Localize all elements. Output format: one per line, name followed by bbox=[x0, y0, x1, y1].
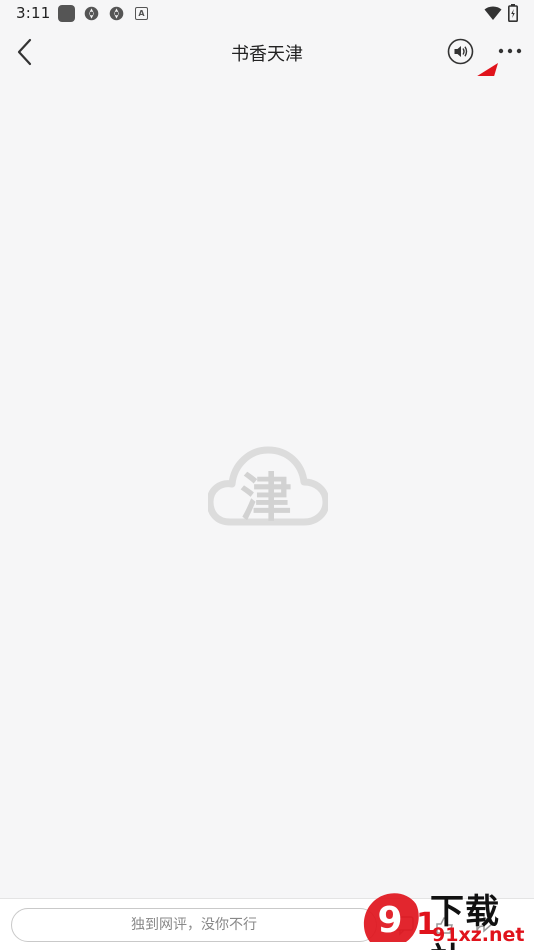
wifi-icon bbox=[484, 6, 502, 20]
status-time: 3:11 bbox=[16, 4, 51, 22]
settings-gear-icon bbox=[109, 6, 124, 21]
comment-input[interactable]: 独到网评，没你不行 bbox=[11, 908, 377, 942]
notification-icons: A bbox=[58, 5, 148, 22]
logo-glyph: 津 bbox=[240, 469, 292, 529]
cloud-jin-logo: 津 bbox=[208, 446, 328, 529]
system-icons bbox=[484, 4, 518, 22]
watermark-brand-bottom: 91xz.net bbox=[432, 924, 525, 946]
settings-gear-icon bbox=[84, 6, 99, 21]
battery-icon bbox=[508, 4, 518, 22]
a-box-icon: A bbox=[135, 7, 148, 20]
more-dots-icon[interactable] bbox=[497, 45, 523, 57]
status-bar: 3:11 A bbox=[0, 0, 534, 28]
content-area: 津 bbox=[0, 76, 534, 898]
app-square-icon bbox=[58, 5, 75, 22]
svg-text:9: 9 bbox=[377, 900, 402, 941]
